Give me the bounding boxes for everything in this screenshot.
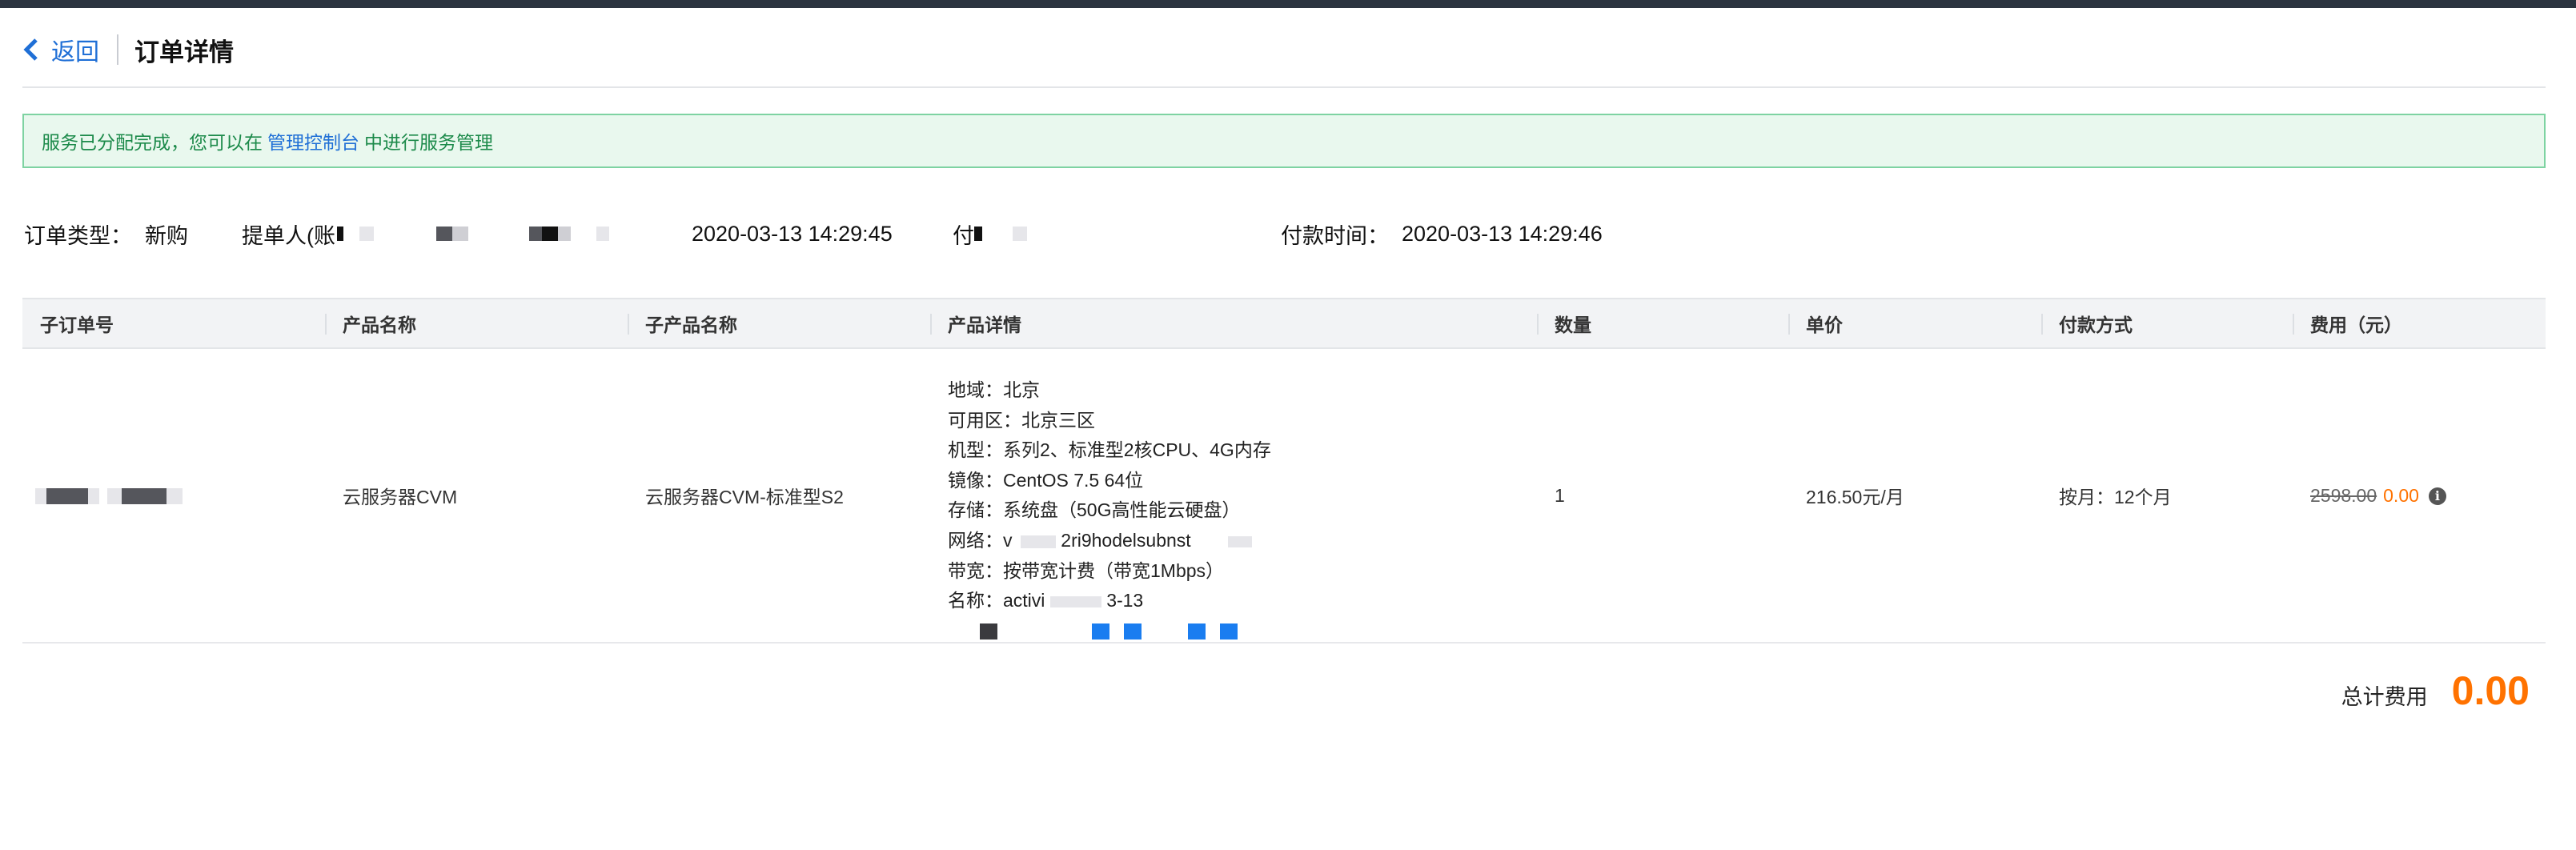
redaction-mask (1228, 535, 1253, 547)
create-time-value: 2020-03-13 14:29:45 (692, 221, 893, 246)
total-label: 总计费用 (2341, 685, 2428, 709)
redaction-mask (1220, 623, 1238, 640)
redaction-mask (359, 227, 374, 241)
top-bar (0, 0, 2576, 8)
redaction-mask (35, 488, 46, 505)
column-header: 付款方式 (2041, 298, 2293, 349)
order-meta: 订单类型： 新购 提单人(账 2020-03-13 14:29:45 付 付款时… (24, 215, 2546, 253)
redaction-mask (107, 488, 122, 505)
redaction-mask (1124, 623, 1142, 640)
column-header: 产品名称 (325, 298, 628, 349)
redaction-mask (529, 227, 542, 241)
network-partial: 2ri9hodelsubnst (1061, 529, 1191, 551)
redaction-mask (122, 488, 167, 505)
redaction-mask (542, 227, 558, 241)
detail-item: 可用区：北京三区 (948, 409, 1095, 431)
redaction-mask (167, 488, 183, 505)
redaction-mask (1049, 596, 1101, 608)
column-header: 子订单号 (22, 298, 325, 349)
payer-label: 付 (953, 223, 974, 248)
pay-time: 付款时间： 2020-03-13 14:29:46 (1281, 215, 1603, 253)
order-type-value: 新购 (145, 223, 188, 248)
redaction-mask (46, 488, 88, 505)
column-header: 费用（元） (2293, 298, 2546, 349)
redaction-mask (596, 227, 609, 241)
redaction-mask (1020, 535, 1056, 548)
column-header: 单价 (1788, 298, 2041, 349)
redaction-mask (1188, 623, 1206, 640)
header-rule (22, 86, 2546, 88)
detail-item: 机型：系列2、标准型2核CPU、4G内存 (948, 439, 1271, 461)
payer: 付 (953, 215, 1027, 253)
order-type: 订单类型： 新购 (24, 215, 188, 253)
column-header: 产品详情 (930, 298, 1537, 349)
order-table: 子订单号 产品名称 子产品名称 产品详情 数量 单价 付款方式 费用（元） 云服… (22, 298, 2546, 644)
name-partial: 3-13 (1106, 590, 1144, 611)
details-list: 地域：北京 可用区：北京三区 机型：系列2、标准型2核CPU、4G内存 镜像：C… (948, 375, 1537, 615)
detail-item-network: 网络：v 2ri9hodelsubnst (948, 526, 1537, 556)
pay-time-value: 2020-03-13 14:29:46 (1402, 221, 1603, 246)
total-value: 0.00 (2451, 668, 2530, 713)
redaction-mask (452, 227, 468, 241)
pay-time-label: 付款时间： (1281, 223, 1389, 248)
redaction-mask (1013, 227, 1027, 241)
product-details-cell: 地域：北京 可用区：北京三区 机型：系列2、标准型2核CPU、4G内存 镜像：C… (930, 348, 1537, 644)
redaction-mask (974, 227, 982, 241)
detail-item-name: 名称：activi 3-13 (948, 586, 1537, 615)
submitter: 提单人(账 (242, 215, 609, 253)
detail-item: 地域：北京 (948, 379, 1040, 400)
column-header: 数量 (1537, 298, 1788, 349)
detail-item: 名称：activi (948, 590, 1045, 611)
create-time: 2020-03-13 14:29:45 (692, 215, 893, 253)
column-header: 子产品名称 (628, 298, 930, 349)
table-row: 云服务器CVM 云服务器CVM-标准型S2 地域：北京 可用区：北京三区 机型：… (22, 348, 2546, 644)
detail-item: 网络：v (948, 529, 1013, 551)
payment-method-cell: 按月：12个月 (2041, 348, 2293, 644)
original-price: 2598.00 (2310, 484, 2377, 506)
back-label[interactable]: 返回 (51, 32, 99, 67)
page-header: 返回 订单详情 (22, 30, 234, 69)
actual-price: 0.00 (2383, 484, 2419, 506)
detail-item: 带宽：按带宽计费（带宽1Mbps） (948, 559, 1225, 581)
page-title: 订单详情 (134, 38, 234, 66)
detail-item: 存储：系统盘（50G高性能云硬盘） (948, 499, 1241, 521)
back-button[interactable]: 返回 (22, 32, 99, 67)
redaction-mask (558, 227, 571, 241)
success-notice: 服务已分配完成，您可以在 管理控制台 中进行服务管理 (22, 114, 2546, 168)
redaction-mask (1092, 623, 1109, 640)
sub-order-id-cell (22, 348, 325, 644)
quantity-cell: 1 (1537, 348, 1788, 644)
product-name-cell: 云服务器CVM (325, 348, 628, 644)
redaction-mask (980, 623, 997, 640)
sub-product-name-cell: 云服务器CVM-标准型S2 (628, 348, 930, 644)
submitter-label: 提单人(账 (242, 223, 335, 248)
detail-item: 镜像：CentOS 7.5 64位 (948, 469, 1144, 491)
total-fee: 总计费用 0.00 (2341, 668, 2530, 714)
info-icon[interactable]: i (2428, 487, 2446, 506)
redaction-mask (436, 227, 452, 241)
notice-prefix: 服务已分配完成，您可以在 (42, 132, 263, 153)
table-header-row: 子订单号 产品名称 子产品名称 产品详情 数量 单价 付款方式 费用（元） (22, 298, 2546, 349)
header-divider (117, 34, 118, 65)
unit-price-cell: 216.50元/月 (1788, 348, 2041, 644)
notice-suffix: 中进行服务管理 (364, 132, 493, 153)
chevron-left-icon (23, 38, 38, 61)
redaction-mask (88, 488, 99, 505)
redaction-mask (337, 227, 343, 241)
fee-cell: 2598.00 0.00 i (2293, 348, 2546, 644)
console-link[interactable]: 管理控制台 (267, 127, 359, 154)
order-type-label: 订单类型： (24, 223, 132, 248)
